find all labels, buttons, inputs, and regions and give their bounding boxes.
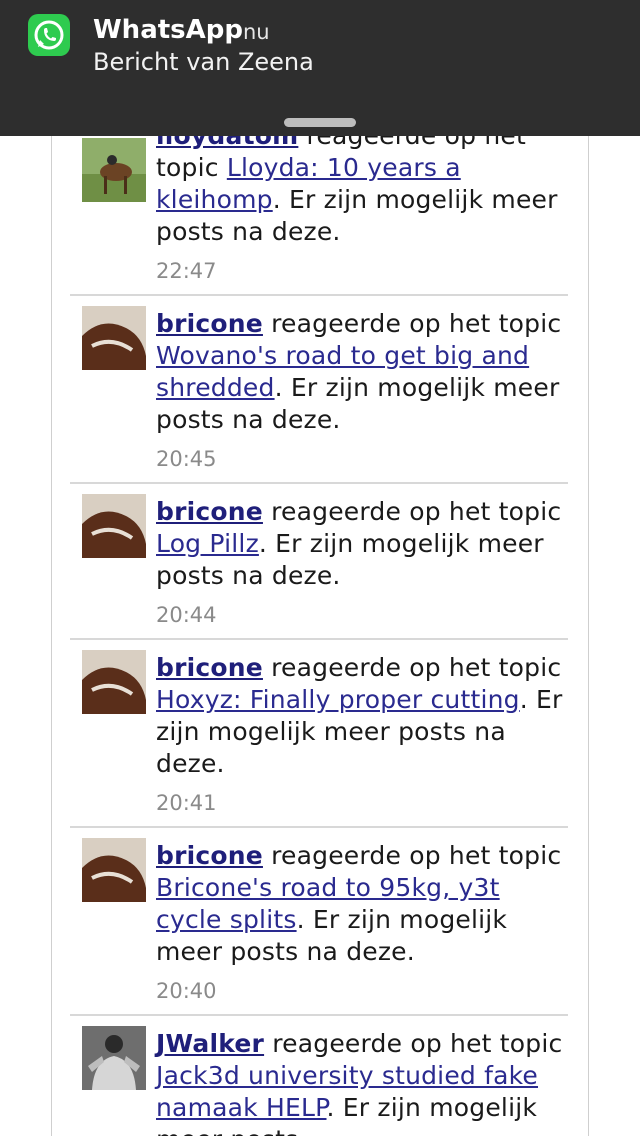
horse-rider-avatar-icon bbox=[82, 138, 146, 202]
list-item: JWalker reageerde op het topic Jack3d un… bbox=[70, 1016, 568, 1136]
notification-message: Bericht van Zeena bbox=[93, 48, 314, 76]
username-link[interactable]: bricone bbox=[156, 309, 263, 338]
bodybuilder-avatar-icon bbox=[82, 1026, 146, 1090]
timestamp: 20:45 bbox=[156, 447, 217, 471]
avatar[interactable] bbox=[82, 138, 146, 202]
notification-time: nu bbox=[243, 20, 270, 44]
username-link[interactable]: bricone bbox=[156, 841, 263, 870]
feed-item-text: lloydatom reageerde op het topic Lloyda:… bbox=[156, 120, 566, 248]
horse-avatar-icon bbox=[82, 838, 146, 902]
timestamp: 20:44 bbox=[156, 603, 217, 627]
action-text: reageerde op het topic bbox=[262, 309, 562, 338]
action-text: reageerde op het topic bbox=[262, 841, 562, 870]
list-item: lloydatom reageerde op het topic Lloyda:… bbox=[70, 108, 568, 296]
feed-item-text: bricone reageerde op het topic Wovano's … bbox=[156, 308, 566, 436]
horse-avatar-icon bbox=[82, 306, 146, 370]
action-text: reageerde op het topic bbox=[264, 1029, 563, 1058]
feed-item-text: bricone reageerde op het topic Log Pillz… bbox=[156, 496, 566, 592]
action-text: reageerde op het topic bbox=[262, 497, 562, 526]
avatar[interactable] bbox=[82, 494, 146, 558]
list-item: bricone reageerde op het topic Wovano's … bbox=[70, 296, 568, 484]
topic-link[interactable]: Log Pillz bbox=[156, 529, 259, 558]
page: lloydatom reageerde op het topic Lloyda:… bbox=[0, 0, 640, 1136]
feed-item-text: bricone reageerde op het topic Hoxyz: Fi… bbox=[156, 652, 566, 780]
username-link[interactable]: JWalker bbox=[156, 1029, 264, 1058]
notification-app-name: WhatsApp bbox=[93, 15, 243, 45]
avatar[interactable] bbox=[82, 306, 146, 370]
timestamp: 20:41 bbox=[156, 791, 217, 815]
feed-item-text: bricone reageerde op het topic Bricone's… bbox=[156, 840, 566, 968]
feed-item-text: JWalker reageerde op het topic Jack3d un… bbox=[156, 1028, 566, 1136]
whatsapp-icon bbox=[28, 14, 70, 56]
list-item: bricone reageerde op het topic Bricone's… bbox=[70, 828, 568, 1016]
username-link[interactable]: bricone bbox=[156, 497, 263, 526]
notification-grabber-handle[interactable] bbox=[284, 118, 356, 127]
horse-avatar-icon bbox=[82, 650, 146, 714]
notification-banner[interactable]: WhatsApp nu Bericht van Zeena bbox=[0, 0, 640, 136]
action-text: reageerde op het topic bbox=[262, 653, 562, 682]
list-item: bricone reageerde op het topic Log Pillz… bbox=[70, 484, 568, 640]
avatar[interactable] bbox=[82, 650, 146, 714]
timestamp: 20:40 bbox=[156, 979, 217, 1003]
topic-link[interactable]: Hoxyz: Finally proper cutting bbox=[156, 685, 520, 714]
timestamp: 22:47 bbox=[156, 259, 217, 283]
avatar[interactable] bbox=[82, 838, 146, 902]
horse-avatar-icon bbox=[82, 494, 146, 558]
username-link[interactable]: bricone bbox=[156, 653, 263, 682]
list-item: bricone reageerde op het topic Hoxyz: Fi… bbox=[70, 640, 568, 828]
avatar[interactable] bbox=[82, 1026, 146, 1090]
